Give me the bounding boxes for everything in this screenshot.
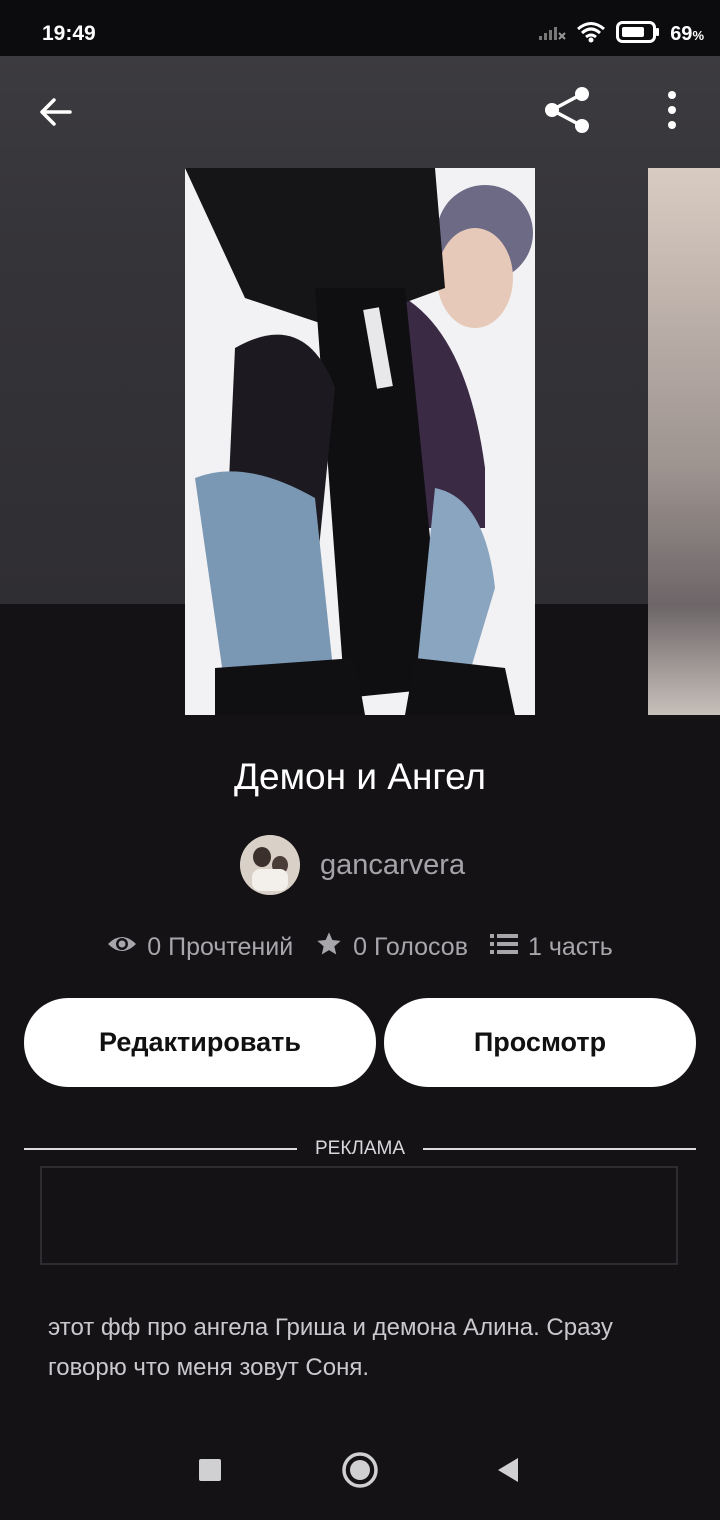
- reads-count: 0 Прочтений: [147, 933, 294, 961]
- top-app-bar: [0, 56, 720, 166]
- votes-stat: 0 Голосов: [315, 930, 468, 965]
- square-icon: [198, 1458, 222, 1487]
- preview-button[interactable]: Просмотр: [384, 998, 696, 1087]
- edit-button[interactable]: Редактировать: [24, 998, 376, 1087]
- votes-count: 0 Голосов: [353, 933, 468, 961]
- author-avatar[interactable]: [240, 835, 300, 895]
- story-cover-image[interactable]: [185, 168, 535, 715]
- parts-stat: 1 часть: [489, 932, 613, 963]
- signal-icon: [538, 23, 566, 46]
- share-button[interactable]: [540, 84, 596, 140]
- home-button[interactable]: [338, 1450, 382, 1494]
- system-navigation-bar: [0, 1430, 720, 1520]
- story-title: Демон и Ангел: [233, 756, 487, 797]
- author-link[interactable]: gancarvera: [240, 834, 465, 896]
- back-button[interactable]: [28, 86, 84, 142]
- more-options-button[interactable]: [648, 84, 696, 140]
- circle-icon: [341, 1451, 379, 1494]
- eye-icon: [107, 933, 137, 962]
- status-icons: 69%: [538, 20, 704, 49]
- list-icon: [489, 932, 518, 963]
- story-description: этот фф про ангела Гриша и демона Алина.…: [48, 1314, 613, 1381]
- arrow-left-icon: [36, 92, 76, 137]
- status-time: 19:49: [42, 22, 96, 45]
- back-nav-button[interactable]: [488, 1452, 528, 1492]
- more-vertical-icon: [666, 90, 678, 135]
- status-bar: 19:49 69%: [0, 0, 720, 56]
- ad-label: РЕКЛАМА: [314, 1138, 406, 1159]
- author-name[interactable]: gancarvera: [320, 849, 465, 882]
- triangle-left-icon: [496, 1457, 520, 1488]
- parts-count: 1 часть: [527, 933, 613, 961]
- battery-icon: [616, 20, 660, 49]
- share-icon: [542, 84, 594, 141]
- battery-percent: 69%: [670, 23, 704, 45]
- ad-container[interactable]: [40, 1166, 678, 1265]
- next-story-cover-image[interactable]: [648, 168, 720, 715]
- recents-button[interactable]: [190, 1452, 230, 1492]
- story-stats: 0 Прочтений 0 Голосов 1 часть: [0, 930, 720, 965]
- reads-stat: 0 Прочтений: [107, 933, 293, 962]
- star-icon: [315, 930, 343, 965]
- wifi-icon: [576, 21, 606, 48]
